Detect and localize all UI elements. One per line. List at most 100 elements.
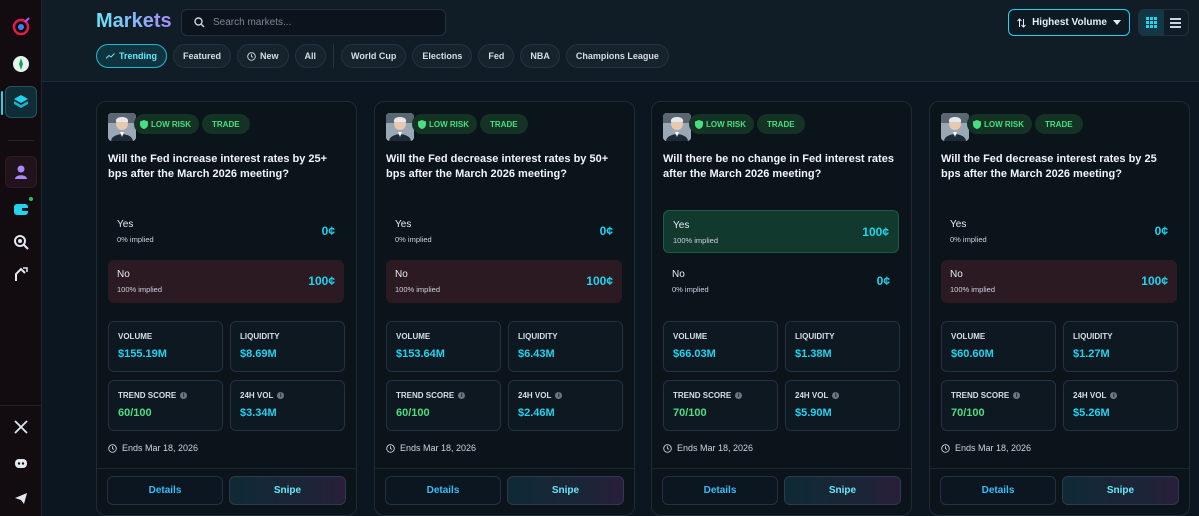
chip-label: Fed bbox=[488, 51, 505, 61]
search-analytics-icon[interactable] bbox=[5, 226, 37, 258]
stat-value: $66.03M bbox=[673, 348, 716, 360]
filter-chips: Trending Featured New All World Cup Elec… bbox=[96, 44, 669, 68]
stat-label: TREND SCORE i bbox=[396, 391, 466, 400]
end-date: Ends Mar 18, 2026 bbox=[941, 443, 1031, 453]
shield-icon bbox=[418, 119, 426, 129]
outcome-implied: 0% implied bbox=[672, 285, 709, 294]
details-button[interactable]: Details bbox=[662, 476, 778, 505]
chip-champions-league[interactable]: Champions League bbox=[565, 44, 669, 68]
discord-icon[interactable] bbox=[5, 447, 37, 479]
outcome-price: 100¢ bbox=[862, 225, 889, 239]
snipe-button[interactable]: Snipe bbox=[784, 476, 901, 505]
clock-icon bbox=[663, 443, 672, 453]
details-button[interactable]: Details bbox=[385, 476, 501, 505]
chip-all[interactable]: All bbox=[294, 44, 327, 68]
stat-label: 24H VOL i bbox=[240, 391, 285, 400]
market-question[interactable]: Will there be no change in Fed interest … bbox=[663, 152, 899, 182]
list-view-button[interactable] bbox=[1164, 10, 1189, 35]
outcome-label: Yes bbox=[395, 219, 412, 230]
compass-icon[interactable] bbox=[5, 48, 37, 80]
market-question[interactable]: Will the Fed decrease interest rates by … bbox=[386, 152, 622, 182]
chip-new[interactable]: New bbox=[237, 44, 289, 68]
sort-icon bbox=[1017, 17, 1026, 28]
details-button[interactable]: Details bbox=[107, 476, 223, 505]
info-icon[interactable]: i bbox=[277, 392, 285, 399]
outcome-label: No bbox=[395, 269, 408, 280]
telegram-icon[interactable] bbox=[5, 482, 37, 514]
outcome-yes[interactable]: Yes 0% implied 0¢ bbox=[108, 210, 344, 253]
sort-dropdown[interactable]: Highest Volume bbox=[1008, 9, 1130, 36]
trade-badge: TRADE bbox=[1035, 114, 1083, 134]
info-icon[interactable]: i bbox=[1110, 392, 1118, 399]
outcome-no[interactable]: No 0% implied 0¢ bbox=[663, 260, 899, 303]
market-card[interactable]: LOW RISK TRADE Will the Fed increase int… bbox=[96, 101, 357, 516]
search-box[interactable] bbox=[181, 9, 446, 36]
snipe-button[interactable]: Snipe bbox=[1062, 476, 1179, 505]
chip-featured[interactable]: Featured bbox=[173, 44, 232, 68]
stat-label: 24H VOL i bbox=[1073, 391, 1118, 400]
stat-label: VOLUME bbox=[396, 332, 431, 341]
stat-label: LIQUIDITY bbox=[795, 332, 835, 341]
outcome-implied: 100% implied bbox=[950, 285, 996, 294]
info-icon[interactable]: i bbox=[180, 392, 188, 399]
sort-label: Highest Volume bbox=[1032, 17, 1107, 28]
end-date-text: Ends Mar 18, 2026 bbox=[955, 443, 1032, 453]
chevron-down-icon bbox=[1112, 20, 1121, 25]
chip-label: Trending bbox=[119, 51, 157, 61]
snipe-button[interactable]: Snipe bbox=[507, 476, 624, 505]
chip-world-cup[interactable]: World Cup bbox=[341, 44, 407, 68]
x-twitter-icon[interactable] bbox=[5, 411, 37, 443]
market-card[interactable]: LOW RISK TRADE Will the Fed decrease int… bbox=[374, 101, 635, 516]
stat-label: 24H VOL i bbox=[795, 391, 840, 400]
outcome-yes[interactable]: Yes 0% implied 0¢ bbox=[941, 210, 1177, 253]
chip-separator bbox=[333, 44, 335, 68]
info-icon[interactable]: i bbox=[832, 392, 840, 399]
stat-value: $8.69M bbox=[240, 348, 277, 360]
chip-elections[interactable]: Elections bbox=[412, 44, 473, 68]
outcome-price: 0¢ bbox=[1154, 224, 1168, 238]
market-question[interactable]: Will the Fed decrease interest rates by … bbox=[941, 152, 1177, 182]
outcome-no[interactable]: No 100% implied 100¢ bbox=[386, 260, 622, 303]
risk-badge: LOW RISK bbox=[412, 114, 477, 134]
target-logo-icon[interactable] bbox=[5, 10, 37, 42]
chip-label: World Cup bbox=[351, 51, 397, 61]
clock-icon bbox=[108, 443, 117, 453]
chip-label: Elections bbox=[422, 51, 463, 61]
snipe-button[interactable]: Snipe bbox=[229, 476, 346, 505]
info-icon[interactable]: i bbox=[458, 392, 466, 399]
stat-value: $6.43M bbox=[518, 348, 555, 360]
outcome-yes[interactable]: Yes 100% implied 100¢ bbox=[663, 210, 899, 253]
markets-cube-icon[interactable] bbox=[1, 86, 37, 118]
risk-label: LOW RISK bbox=[984, 119, 1024, 129]
outcome-price: 0¢ bbox=[876, 274, 890, 288]
market-card[interactable]: LOW RISK TRADE Will there be no change i… bbox=[651, 101, 912, 516]
details-button[interactable]: Details bbox=[940, 476, 1056, 505]
wizard-icon[interactable] bbox=[5, 258, 37, 290]
chip-trending[interactable]: Trending bbox=[96, 44, 167, 68]
outcome-implied: 0% implied bbox=[395, 235, 432, 244]
user-icon[interactable] bbox=[5, 156, 37, 188]
market-question[interactable]: Will the Fed increase interest rates by … bbox=[108, 152, 344, 182]
stat-value: $3.34M bbox=[240, 407, 277, 419]
chip-label: All bbox=[304, 51, 317, 61]
chip-nba[interactable]: NBA bbox=[520, 44, 560, 68]
search-input[interactable] bbox=[213, 17, 433, 28]
chip-fed[interactable]: Fed bbox=[478, 44, 515, 68]
stat-label: LIQUIDITY bbox=[1073, 332, 1113, 341]
info-icon[interactable]: i bbox=[735, 392, 743, 399]
volume-stat: VOLUME $155.19M bbox=[108, 321, 223, 372]
info-icon[interactable]: i bbox=[1013, 392, 1021, 399]
grid-view-button[interactable] bbox=[1139, 10, 1164, 35]
outcome-label: Yes bbox=[117, 219, 134, 230]
stat-label: LIQUIDITY bbox=[518, 332, 558, 341]
shield-icon bbox=[973, 119, 981, 129]
market-card[interactable]: LOW RISK TRADE Will the Fed decrease int… bbox=[929, 101, 1190, 516]
outcome-no[interactable]: No 100% implied 100¢ bbox=[108, 260, 344, 303]
outcome-yes[interactable]: Yes 0% implied 0¢ bbox=[386, 210, 622, 253]
shield-icon bbox=[140, 119, 148, 129]
outcome-no[interactable]: No 100% implied 100¢ bbox=[941, 260, 1177, 303]
info-icon[interactable]: i bbox=[555, 392, 563, 399]
card-footer: Details Snipe bbox=[930, 468, 1189, 515]
clock-icon bbox=[247, 51, 256, 61]
risk-badge: LOW RISK bbox=[134, 114, 199, 134]
